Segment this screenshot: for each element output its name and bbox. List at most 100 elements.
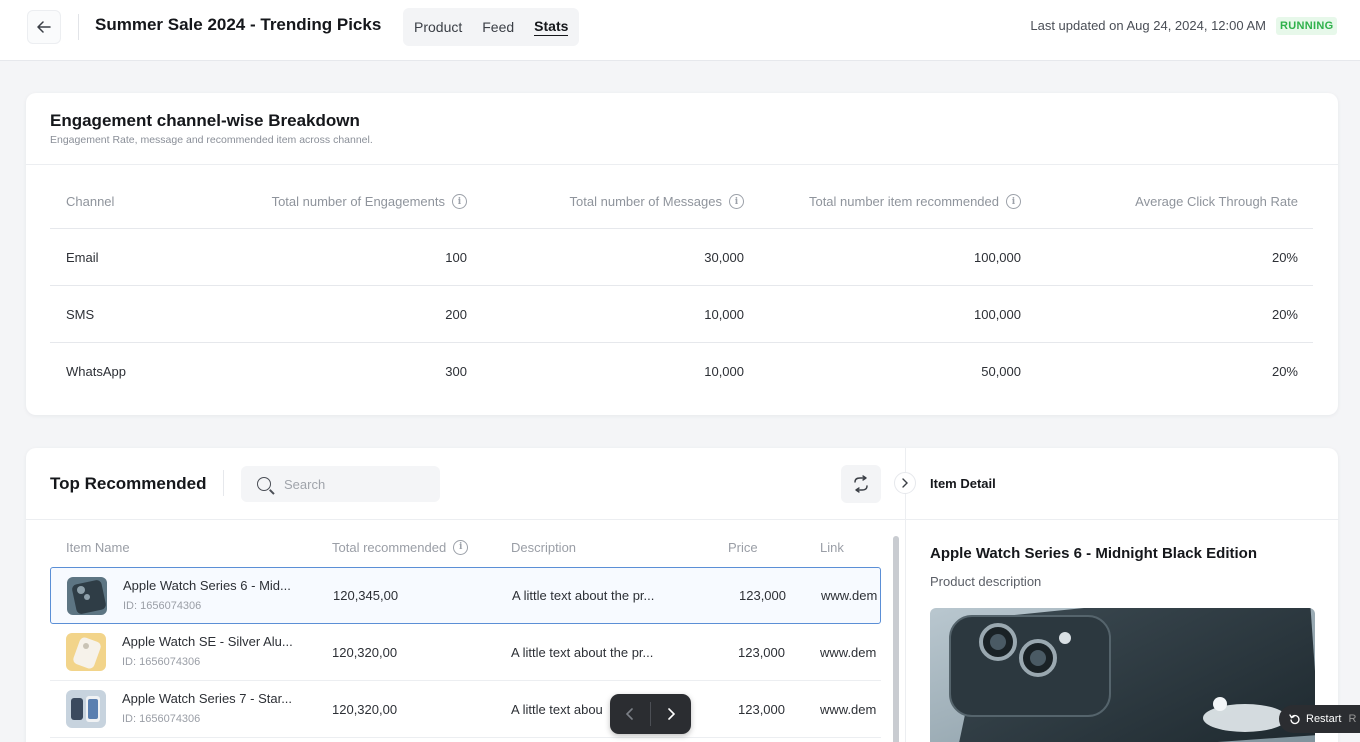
- description-cell: A little text abou: [511, 701, 603, 717]
- divider: [26, 164, 1338, 165]
- top-recommended-title: Top Recommended: [50, 474, 207, 493]
- page-title: Summer Sale 2024 - Trending Picks: [95, 15, 382, 34]
- header-divider: [78, 14, 79, 40]
- scrollbar[interactable]: [893, 536, 899, 742]
- column-header-channel: Channel: [66, 194, 115, 209]
- item-name: Apple Watch Series 7 - Star...: [122, 691, 293, 706]
- recommended-cell: 50,000: [981, 364, 1021, 379]
- total-recommended-cell: 120,320,00: [332, 644, 398, 660]
- product-image: [930, 608, 1315, 742]
- arrow-left-icon: [37, 21, 51, 33]
- column-header-recommended: Total number item recommended i: [809, 175, 1021, 228]
- restart-icon: [1289, 714, 1300, 725]
- tab-feed[interactable]: Feed: [482, 19, 514, 35]
- ctr-cell: 20%: [1271, 364, 1298, 379]
- engagements-cell: 300: [445, 364, 467, 379]
- tab-bar: Product Feed Stats: [403, 8, 580, 46]
- total-recommended-cell: 120,320,00: [332, 701, 398, 717]
- item-id: ID: 1656074306: [122, 713, 201, 725]
- column-header-description: Description: [511, 539, 577, 555]
- table-row: Email 100 30,000 100,000 20%: [50, 229, 1313, 286]
- channel-cell: WhatsApp: [66, 364, 126, 379]
- engagements-cell: 200: [445, 306, 467, 322]
- column-header-messages: Total number of Messages i: [570, 175, 744, 228]
- ctr-cell: 20%: [1271, 249, 1298, 265]
- channel-cell: Email: [66, 249, 99, 265]
- info-icon[interactable]: i: [453, 539, 469, 555]
- description-cell: A little text about the pr...: [512, 588, 655, 603]
- info-icon[interactable]: i: [729, 194, 744, 209]
- engagement-card: Engagement channel-wise Breakdown Engage…: [26, 93, 1338, 415]
- item-id: ID: 1656074306: [122, 656, 201, 668]
- collapse-panel-button[interactable]: [894, 472, 916, 494]
- status-badge: RUNNING: [1276, 17, 1338, 35]
- swap-icon: [854, 475, 868, 493]
- divider: [26, 519, 905, 520]
- search-box[interactable]: [241, 466, 440, 502]
- recommended-cell: 100,000: [974, 306, 1021, 322]
- item-name: Apple Watch SE - Silver Alu...: [122, 634, 293, 649]
- recommended-cell: 100,000: [974, 249, 1021, 265]
- divider: [223, 470, 224, 496]
- table-row[interactable]: Apple Watch SE - Silver Alu... ID: 16560…: [50, 624, 881, 681]
- chevron-right-icon: [668, 708, 675, 720]
- engagements-cell: 100: [445, 249, 467, 265]
- divider: [906, 519, 1339, 520]
- table-header-row: Channel Total number of Engagements i Tot…: [50, 175, 1313, 229]
- description-cell: A little text about the pr...: [511, 644, 654, 660]
- item-detail-description: Product description: [930, 574, 1042, 589]
- table-row[interactable]: Apple Watch Series 6 - Mid... ID: 165607…: [50, 567, 881, 624]
- messages-cell: 10,000: [704, 306, 744, 322]
- chevron-left-icon: [626, 708, 633, 720]
- column-header-item-name: Item Name: [66, 539, 130, 555]
- tab-stats[interactable]: Stats: [534, 18, 569, 36]
- product-thumbnail: [66, 633, 106, 671]
- last-updated-text: Last updated on Aug 24, 2024, 12:00 AM: [1030, 18, 1266, 33]
- column-header-link: Link: [820, 539, 844, 555]
- restart-label: Restart: [1306, 713, 1342, 725]
- item-name: Apple Watch Series 6 - Mid...: [123, 578, 291, 593]
- table-row: SMS 200 10,000 100,000 20%: [50, 286, 1313, 343]
- tab-product[interactable]: Product: [414, 19, 462, 35]
- info-icon[interactable]: i: [452, 194, 467, 209]
- engagement-table: Channel Total number of Engagements i Tot…: [50, 175, 1313, 400]
- item-detail-name: Apple Watch Series 6 - Midnight Black Ed…: [930, 545, 1257, 562]
- engagement-title: Engagement channel-wise Breakdown: [50, 111, 360, 130]
- search-icon: [257, 477, 271, 491]
- item-detail-header: Item Detail: [930, 476, 996, 491]
- link-cell[interactable]: www.dem: [821, 568, 877, 623]
- column-header-price: Price: [728, 539, 758, 555]
- chevron-right-icon: [902, 478, 908, 488]
- column-header-total-recommended: Total recommended i: [332, 527, 469, 567]
- messages-cell: 10,000: [704, 364, 744, 379]
- link-cell[interactable]: www.dem: [820, 624, 876, 680]
- price-cell: 123,000: [738, 644, 785, 660]
- scrollbar-thumb[interactable]: [893, 536, 899, 742]
- link-cell[interactable]: www.dem: [820, 681, 876, 737]
- top-bar: Summer Sale 2024 - Trending Picks Produc…: [0, 0, 1360, 61]
- restart-trailing-label: R: [1348, 713, 1357, 725]
- table-row[interactable]: Apple Watch Series 7 - Star... ID: 16560…: [50, 681, 881, 738]
- product-thumbnail: [66, 690, 106, 728]
- ctr-cell: 20%: [1271, 306, 1298, 322]
- table-row: WhatsApp 300 10,000 50,000 20%: [50, 343, 1313, 400]
- channel-cell: SMS: [66, 306, 95, 322]
- pagination-control: [610, 694, 691, 734]
- total-recommended-cell: 120,345,00: [333, 588, 399, 603]
- column-header-engagements: Total number of Engagements i: [272, 175, 467, 228]
- price-cell: 123,000: [739, 588, 786, 603]
- previous-page-button[interactable]: [610, 694, 650, 734]
- search-input[interactable]: [284, 476, 424, 492]
- restart-button[interactable]: Restart R: [1279, 705, 1360, 733]
- back-button[interactable]: [27, 10, 61, 44]
- product-thumbnail: [67, 577, 107, 615]
- item-id: ID: 1656074306: [123, 600, 202, 612]
- recommended-table: Item Name Total recommended i Description…: [50, 527, 881, 738]
- engagement-subtitle: Engagement Rate, message and recommended…: [50, 134, 373, 146]
- swap-view-button[interactable]: [841, 465, 881, 503]
- table-header-row: Item Name Total recommended i Description…: [50, 527, 881, 567]
- next-page-button[interactable]: [651, 694, 691, 734]
- price-cell: 123,000: [738, 701, 785, 717]
- messages-cell: 30,000: [704, 249, 744, 265]
- info-icon[interactable]: i: [1006, 194, 1021, 209]
